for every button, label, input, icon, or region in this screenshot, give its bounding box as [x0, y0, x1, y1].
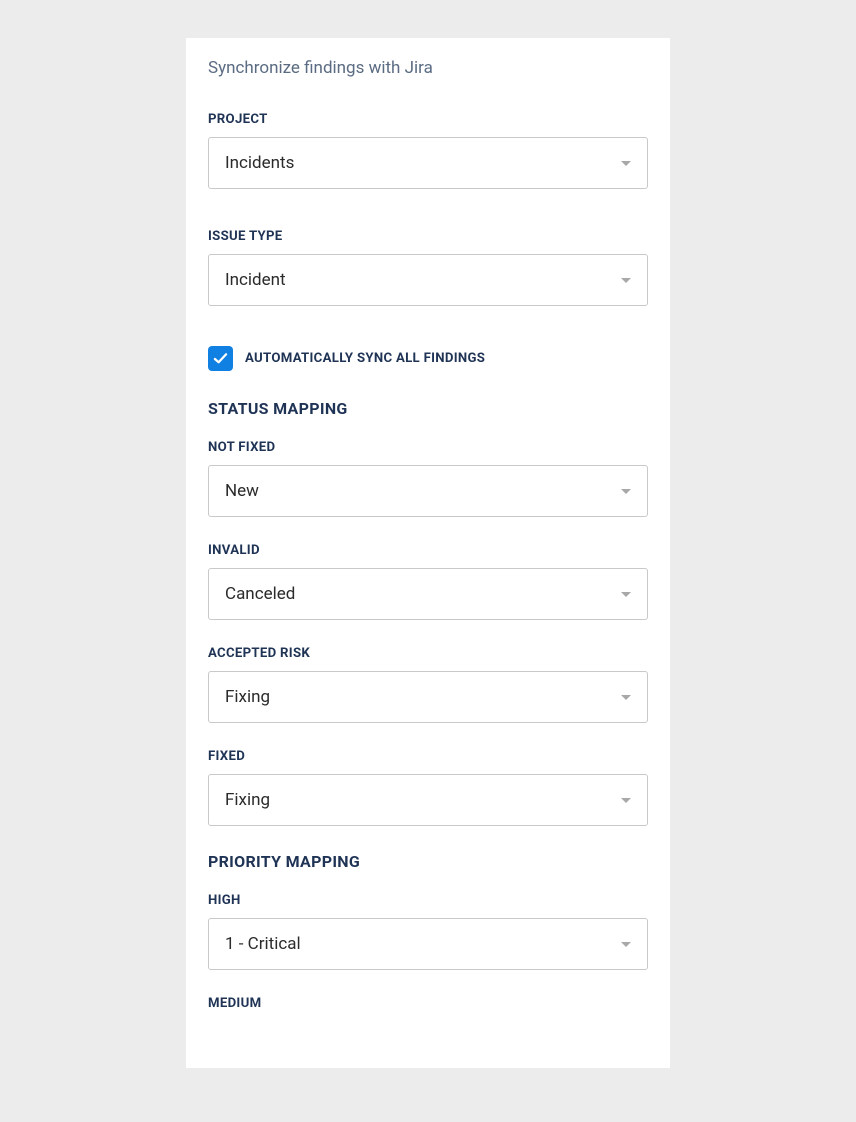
check-icon: [213, 351, 228, 366]
not-fixed-field: NOT FIXED New: [208, 440, 648, 517]
high-field: HIGH 1 - Critical: [208, 893, 648, 970]
fixed-value: Fixing: [225, 790, 270, 810]
medium-label: MEDIUM: [208, 996, 648, 1011]
high-select[interactable]: 1 - Critical: [208, 918, 648, 970]
high-label: HIGH: [208, 893, 648, 908]
invalid-label: INVALID: [208, 543, 648, 558]
accepted-risk-value: Fixing: [225, 687, 270, 707]
chevron-down-icon: [621, 278, 631, 283]
issue-type-value: Incident: [225, 270, 286, 290]
project-select[interactable]: Incidents: [208, 137, 648, 189]
chevron-down-icon: [621, 489, 631, 494]
invalid-field: INVALID Canceled: [208, 543, 648, 620]
project-value: Incidents: [225, 153, 294, 173]
project-label: PROJECT: [208, 112, 648, 127]
auto-sync-row: AUTOMATICALLY SYNC ALL FINDINGS: [208, 346, 648, 371]
panel-subtitle: Synchronize findings with Jira: [208, 58, 648, 78]
not-fixed-label: NOT FIXED: [208, 440, 648, 455]
medium-field: MEDIUM: [208, 996, 648, 1011]
high-value: 1 - Critical: [225, 934, 301, 954]
chevron-down-icon: [621, 942, 631, 947]
auto-sync-checkbox[interactable]: [208, 346, 233, 371]
fixed-label: FIXED: [208, 749, 648, 764]
priority-mapping-heading: PRIORITY MAPPING: [208, 852, 648, 871]
auto-sync-label: AUTOMATICALLY SYNC ALL FINDINGS: [245, 351, 485, 366]
chevron-down-icon: [621, 798, 631, 803]
not-fixed-value: New: [225, 481, 259, 501]
issue-type-label: ISSUE TYPE: [208, 229, 648, 244]
accepted-risk-field: ACCEPTED RISK Fixing: [208, 646, 648, 723]
project-field: PROJECT Incidents: [208, 112, 648, 189]
issue-type-select[interactable]: Incident: [208, 254, 648, 306]
invalid-value: Canceled: [225, 584, 295, 604]
status-mapping-heading: STATUS MAPPING: [208, 399, 648, 418]
accepted-risk-label: ACCEPTED RISK: [208, 646, 648, 661]
invalid-select[interactable]: Canceled: [208, 568, 648, 620]
accepted-risk-select[interactable]: Fixing: [208, 671, 648, 723]
settings-panel: Synchronize findings with Jira PROJECT I…: [186, 38, 670, 1068]
issue-type-field: ISSUE TYPE Incident: [208, 229, 648, 306]
fixed-select[interactable]: Fixing: [208, 774, 648, 826]
fixed-field: FIXED Fixing: [208, 749, 648, 826]
chevron-down-icon: [621, 161, 631, 166]
chevron-down-icon: [621, 592, 631, 597]
not-fixed-select[interactable]: New: [208, 465, 648, 517]
chevron-down-icon: [621, 695, 631, 700]
